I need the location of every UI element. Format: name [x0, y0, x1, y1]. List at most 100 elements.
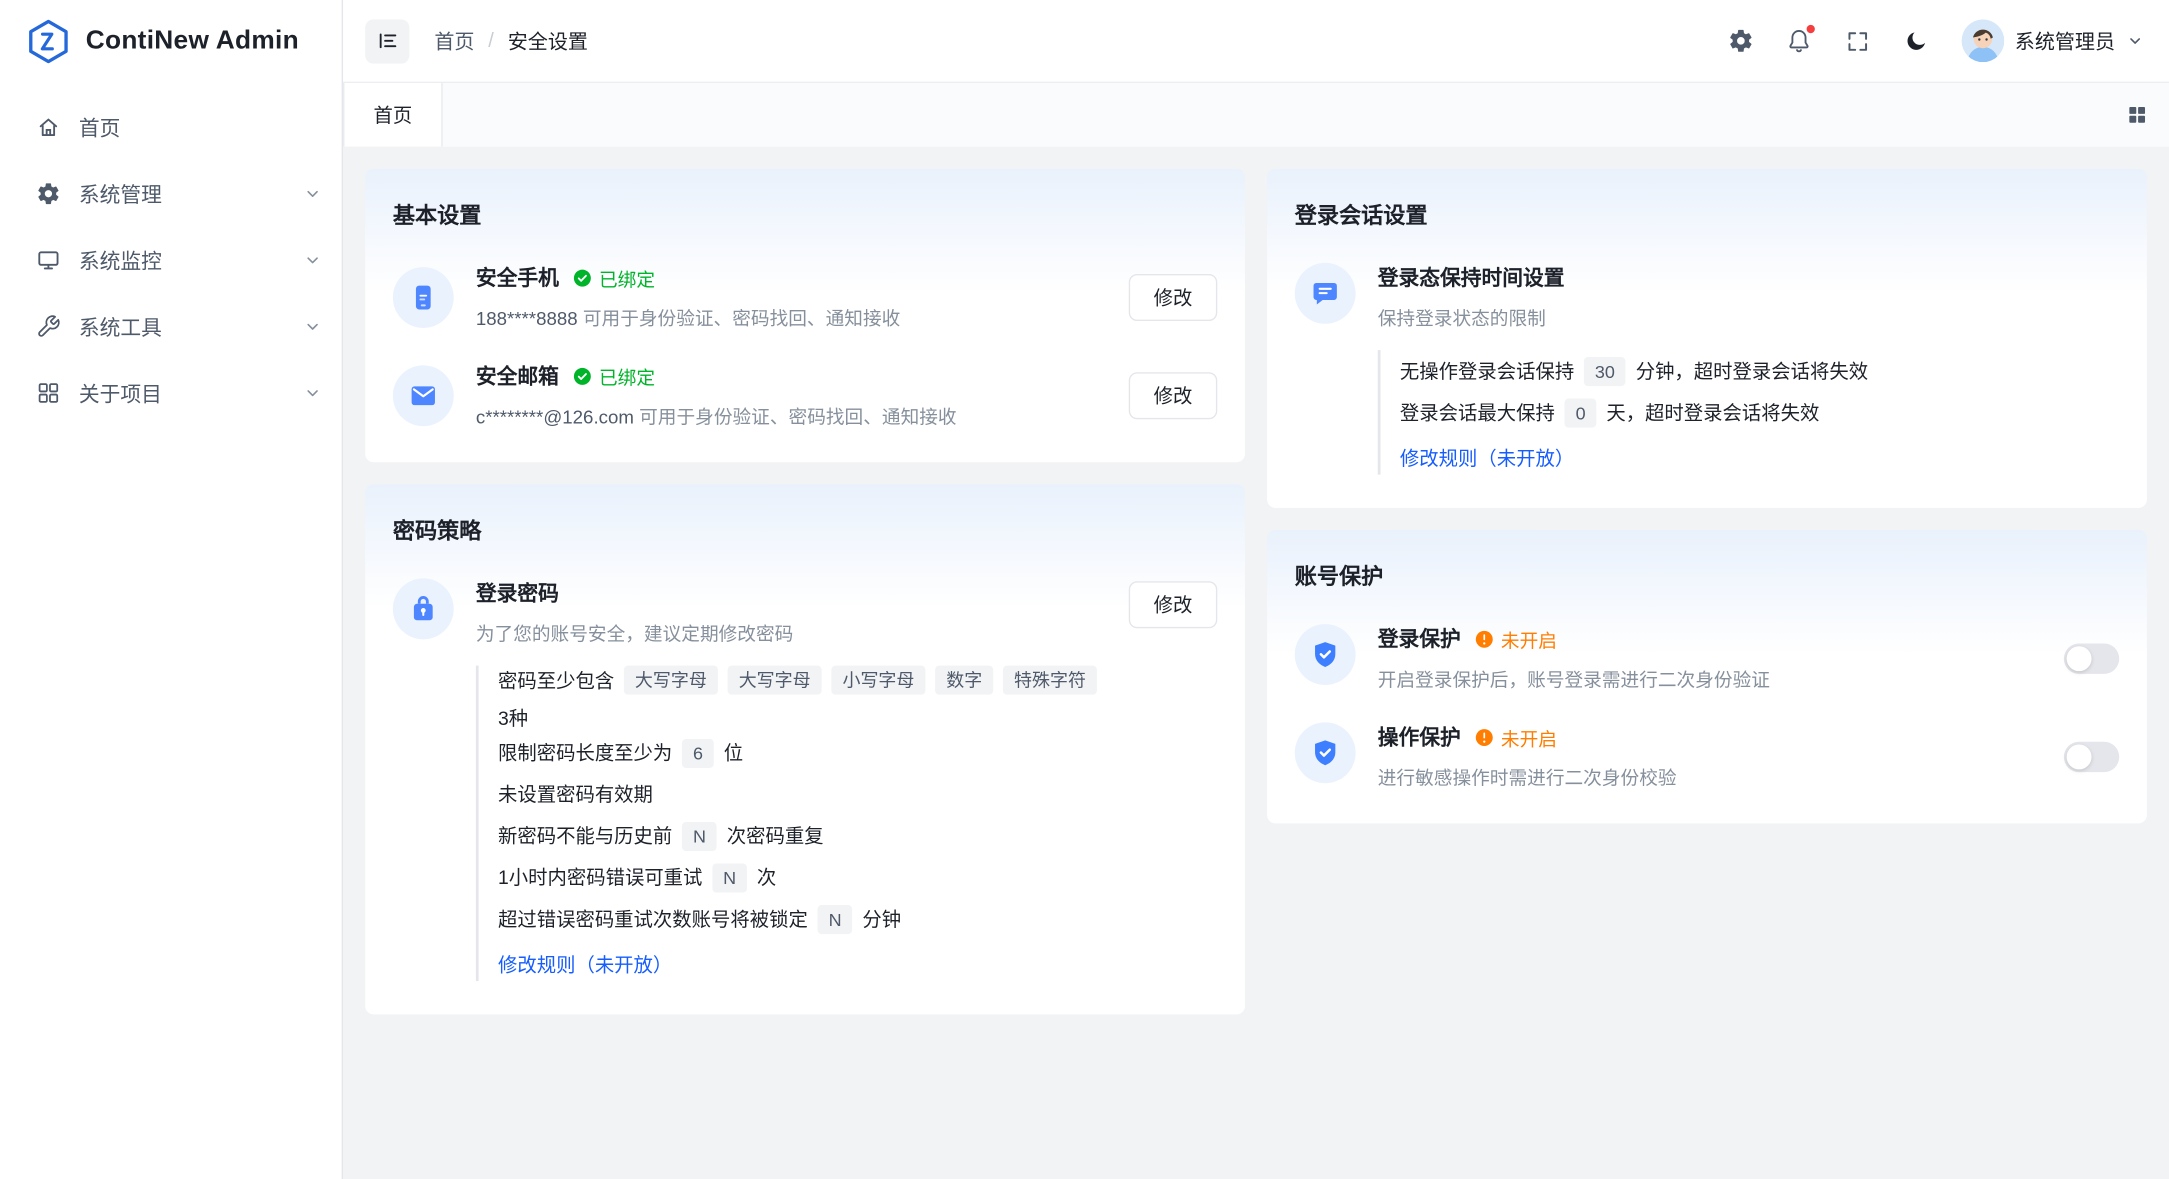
status-label: 已绑定	[599, 264, 655, 292]
card-title: 账号保护	[1295, 558, 2119, 591]
chat-message-icon	[1295, 263, 1356, 324]
rule-idle-timeout: 无操作登录会话保持 30 分钟，超时登录会话将失效	[1400, 350, 2119, 392]
rule-suffix: 次密码重复	[727, 822, 824, 850]
page-content: 基本设置 安全手机 已绑定	[343, 147, 2169, 1179]
dark-mode-moon-icon[interactable]	[1892, 17, 1939, 64]
rule-value-chip: N	[682, 821, 717, 850]
status-label: 未开启	[1501, 723, 1557, 751]
email-masked-value: c********@126.com	[476, 407, 634, 428]
rule-prefix: 1小时内密码错误可重试	[498, 863, 702, 891]
login-protection-toggle[interactable]	[2064, 643, 2119, 673]
settings-gear-icon[interactable]	[1717, 17, 1764, 64]
rule-tag: 特殊字符	[1003, 666, 1097, 695]
sidebar-item-home[interactable]: 首页	[0, 94, 342, 160]
rule-tag: 数字	[935, 666, 993, 695]
rule-suffix: 位	[724, 739, 743, 767]
sidebar-item-system-management[interactable]: 系统管理	[0, 161, 342, 227]
rule-prefix: 登录会话最大保持	[1400, 399, 1555, 427]
password-lock-icon	[393, 578, 454, 639]
login-protection-desc: 开启登录保护后，账号登录需进行二次身份验证	[1378, 664, 2042, 692]
session-keep-info: 登录态保持时间设置 保持登录状态的限制 无操作登录会话保持 30 分钟，超时登录…	[1378, 263, 2119, 475]
breadcrumb-separator: /	[488, 30, 494, 52]
card-title: 登录会话设置	[1295, 196, 2119, 229]
rule-contain: 密码至少包含 大写字母 大写字母 小写字母 数字 特殊字符 3种	[498, 666, 1107, 732]
secure-phone-title: 安全手机	[476, 263, 559, 292]
email-icon	[393, 365, 454, 426]
notification-bell-icon[interactable]	[1775, 17, 1822, 64]
sidebar-item-system-monitor[interactable]: 系统监控	[0, 227, 342, 293]
app-logo-icon	[25, 18, 72, 65]
sidebar-item-about-project[interactable]: 关于项目	[0, 360, 342, 426]
grid-apps-icon	[36, 381, 61, 406]
rule-history-repeat: 新密码不能与历史前 N 次密码重复	[498, 815, 1107, 857]
main-area: 首页 / 安全设置	[343, 0, 2169, 1179]
shield-check-icon	[1295, 722, 1356, 783]
sidebar: ContiNew Admin 首页 系统管理	[0, 0, 343, 1179]
app-title: ContiNew Admin	[86, 26, 299, 56]
operation-protection-desc: 进行敏感操作时需进行二次身份校验	[1378, 762, 2042, 790]
operation-protection-toggle[interactable]	[2064, 741, 2119, 771]
phone-masked-value: 188****8888	[476, 309, 578, 330]
modify-email-button[interactable]: 修改	[1129, 372, 1218, 419]
rule-prefix: 超过错误密码重试次数账号将被锁定	[498, 905, 808, 933]
secure-email-desc: c********@126.com 可用于身份验证、密码找回、通知接收	[476, 401, 1107, 429]
secure-phone-row: 安全手机 已绑定 188****8888 可用于身份验证、密码找回、通知接收	[393, 263, 1217, 331]
password-policy-card: 密码策略 登录密码 为了您的账号安全，建议定期修改密码	[365, 484, 1245, 1014]
sidebar-menu: 首页 系统管理 系统监控	[0, 83, 342, 426]
rule-value-chip: 30	[1584, 356, 1626, 385]
menu-collapse-button[interactable]	[365, 19, 409, 63]
card-title: 密码策略	[393, 512, 1217, 545]
modify-phone-button[interactable]: 修改	[1129, 273, 1218, 320]
rule-max-keep: 登录会话最大保持 0 天，超时登录会话将失效	[1400, 392, 2119, 434]
monitor-icon	[36, 248, 61, 273]
chevron-down-icon	[303, 383, 322, 402]
rule-value-chip: 6	[682, 738, 714, 767]
chevron-down-icon	[303, 250, 322, 269]
session-rules: 无操作登录会话保持 30 分钟，超时登录会话将失效 登录会话最大保持 0 天，超…	[1378, 350, 2119, 475]
phone-usage-desc: 可用于身份验证、密码找回、通知接收	[583, 309, 900, 330]
secure-email-title: 安全邮箱	[476, 361, 559, 390]
phone-bound-status: 已绑定	[573, 264, 655, 292]
home-icon	[36, 115, 61, 140]
rule-value-chip: N	[712, 863, 747, 892]
login-password-title: 登录密码	[476, 578, 559, 607]
rule-retry-limit: 1小时内密码错误可重试 N 次	[498, 857, 1107, 899]
rule-prefix: 密码至少包含	[498, 666, 614, 694]
secure-phone-desc: 188****8888 可用于身份验证、密码找回、通知接收	[476, 303, 1107, 331]
secure-email-row: 安全邮箱 已绑定 c********@126.com 可用于身份验证、密码找回、…	[393, 361, 1217, 429]
tab-bar-spacer	[443, 83, 2106, 147]
account-protection-card: 账号保护 登录保护 未开启	[1267, 530, 2147, 823]
chevron-down-icon	[303, 317, 322, 336]
session-keep-row: 登录态保持时间设置 保持登录状态的限制 无操作登录会话保持 30 分钟，超时登录…	[1295, 263, 2119, 475]
sidebar-item-label: 关于项目	[79, 378, 285, 407]
modify-session-rules-link[interactable]: 修改规则（未开放）	[1400, 444, 1574, 472]
login-password-row: 登录密码 为了您的账号安全，建议定期修改密码 密码至少包含 大写字母 大写字母 …	[393, 578, 1217, 981]
session-settings-card: 登录会话设置 登录态保持时间设置 保持登录状态的限制	[1267, 169, 2147, 508]
chevron-down-icon	[303, 184, 322, 203]
left-column: 基本设置 安全手机 已绑定	[365, 169, 1245, 1157]
breadcrumb-home[interactable]: 首页	[434, 26, 474, 55]
tab-actions-grid-icon[interactable]	[2105, 83, 2169, 147]
modify-password-rules-link[interactable]: 修改规则（未开放）	[498, 951, 672, 979]
user-menu[interactable]: 系统管理员	[1961, 19, 2144, 62]
session-keep-title: 登录态保持时间设置	[1378, 263, 1565, 292]
rule-tag: 小写字母	[831, 666, 925, 695]
sidebar-item-label: 系统工具	[79, 312, 285, 341]
rule-suffix: 3种	[498, 704, 528, 732]
modify-password-button[interactable]: 修改	[1129, 581, 1218, 628]
rule-prefix: 新密码不能与历史前	[498, 822, 672, 850]
rule-suffix: 次	[757, 863, 776, 891]
login-protection-status: 未开启	[1475, 625, 1557, 653]
rule-prefix: 无操作登录会话保持	[1400, 357, 1574, 385]
tab-label: 首页	[373, 101, 412, 129]
wrench-icon	[36, 314, 61, 339]
sidebar-item-system-tools[interactable]: 系统工具	[0, 293, 342, 359]
status-label: 未开启	[1501, 625, 1557, 653]
logo[interactable]: ContiNew Admin	[0, 0, 342, 83]
fullscreen-icon[interactable]	[1834, 17, 1881, 64]
login-protection-title: 登录保护	[1378, 624, 1461, 653]
avatar	[1961, 19, 2004, 62]
tab-home[interactable]: 首页	[343, 83, 443, 147]
top-header: 首页 / 安全设置	[343, 0, 2169, 83]
login-password-desc: 为了您的账号安全，建议定期修改密码	[476, 619, 1107, 647]
